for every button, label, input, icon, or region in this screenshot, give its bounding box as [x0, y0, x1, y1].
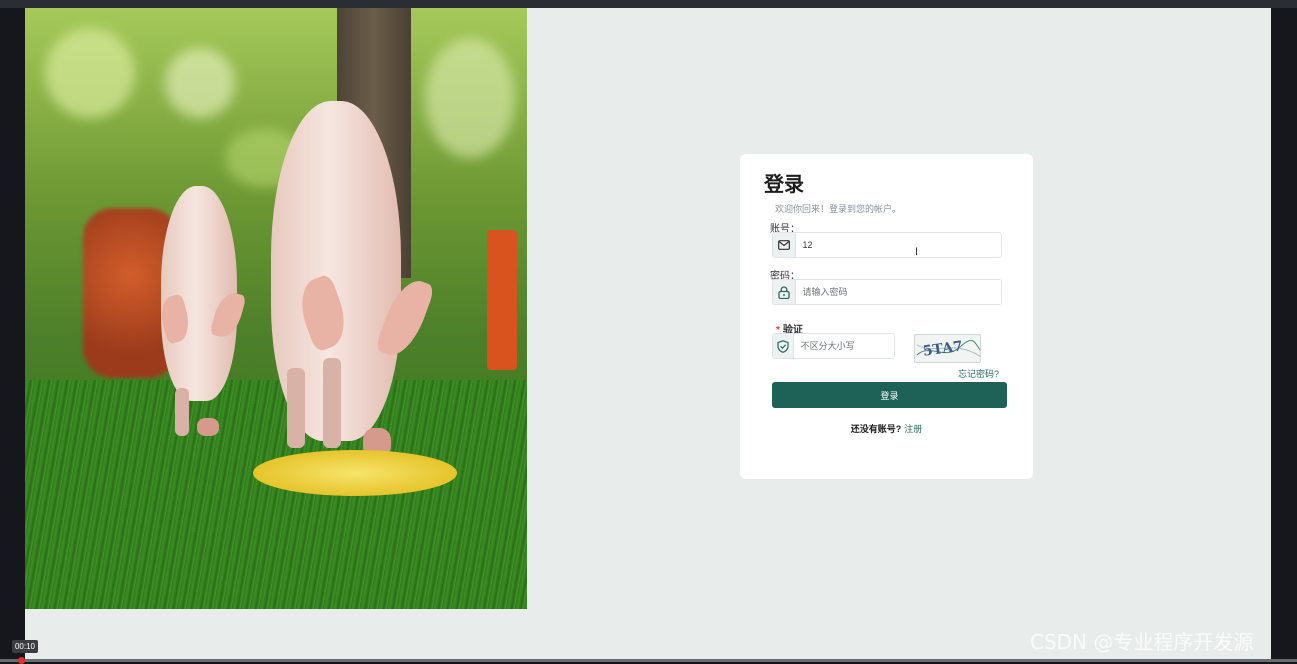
no-account-text: 还没有账号? [850, 424, 902, 434]
account-input[interactable] [795, 234, 1001, 256]
lock-icon [773, 280, 796, 304]
login-card: 登录 欢迎你回来！登录到您的帐户。 账号： I 密码： *验证 [740, 154, 1033, 479]
video-top-bar [0, 0, 1297, 8]
envelope-icon [773, 233, 796, 257]
captcha-image[interactable]: 5TA7 [914, 334, 981, 363]
shield-check-icon [773, 334, 794, 358]
forgot-password-link[interactable]: 忘记密码? [958, 367, 999, 380]
captcha-text: 5TA7 [922, 338, 964, 359]
verify-input[interactable] [793, 335, 894, 357]
password-field[interactable] [772, 279, 1002, 305]
register-link[interactable]: 注册 [904, 424, 922, 434]
video-time-badge: 00:10 [12, 640, 38, 653]
login-subtitle: 欢迎你回来！登录到您的帐户。 [775, 204, 902, 214]
register-row: 还没有账号? 注册 [740, 422, 1033, 435]
login-title: 登录 [764, 174, 804, 196]
progress-handle[interactable] [18, 657, 25, 664]
password-input[interactable] [795, 281, 1001, 303]
watermark: CSDN @专业程序开发源 [1030, 630, 1254, 654]
login-page: 登录 欢迎你回来！登录到您的帐户。 账号： I 密码： *验证 [25, 8, 1271, 659]
account-field[interactable] [772, 232, 1002, 258]
text-cursor-icon: I [915, 246, 919, 258]
hero-image [25, 8, 527, 609]
verify-field[interactable] [772, 333, 895, 359]
login-button[interactable]: 登录 [772, 382, 1007, 408]
